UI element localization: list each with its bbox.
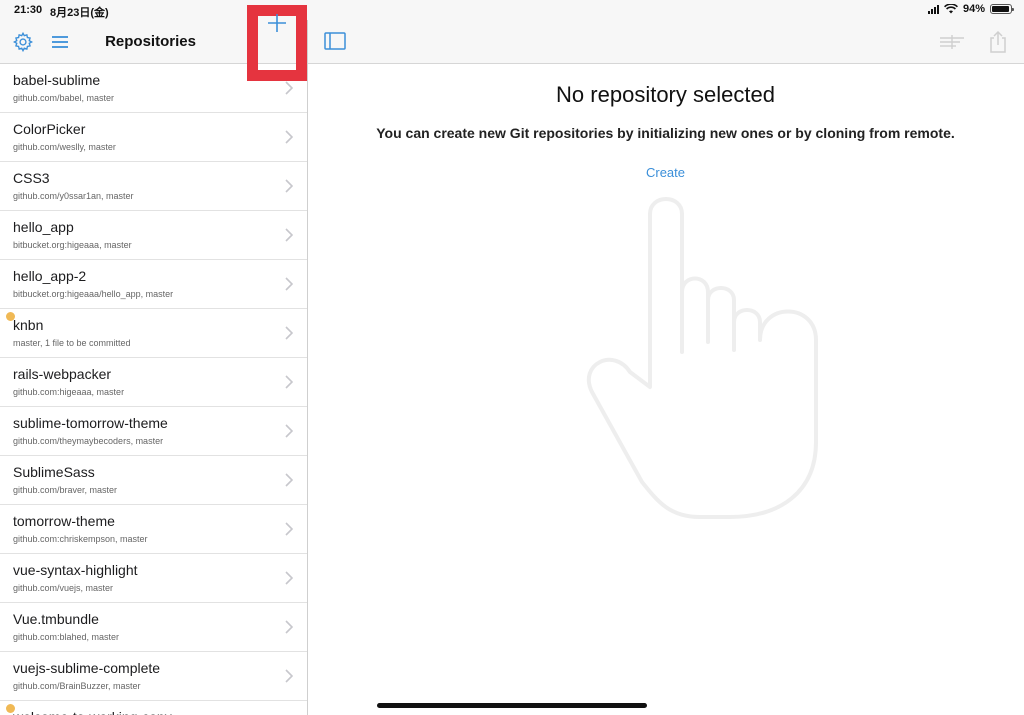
repository-name: hello_app xyxy=(13,219,74,235)
battery-icon xyxy=(990,4,1014,14)
cellular-signal-icon xyxy=(927,4,939,14)
chevron-right-icon xyxy=(285,228,293,242)
list-item[interactable]: knbn master, 1 file to be committed xyxy=(0,309,307,358)
status-right: 94% xyxy=(927,3,1014,15)
chevron-right-icon xyxy=(285,473,293,487)
repository-list: babel-sublime github.com/babel, master Col… xyxy=(0,64,307,715)
repository-name: sublime-tomorrow-theme xyxy=(13,415,168,431)
empty-state-description: You can create new Git repositories by i… xyxy=(376,125,955,141)
repository-detail: master, 1 file to be committed xyxy=(13,338,131,348)
list-item[interactable]: hello_app bitbucket.org:higeaaa, master xyxy=(0,211,307,260)
repository-name: vuejs-sublime-complete xyxy=(13,660,161,676)
repository-detail: github.com/BrainBuzzer, master xyxy=(13,681,141,691)
repository-name: hello_app-2 xyxy=(13,268,87,284)
list-item[interactable]: vuejs-sublime-complete github.com/BrainBu… xyxy=(0,652,307,701)
status-date: 8月23日(金) xyxy=(50,7,109,19)
battery-level xyxy=(992,6,1009,12)
chevron-right-icon xyxy=(285,81,293,95)
chevron-right-icon xyxy=(285,130,293,144)
repository-name: CSS3 xyxy=(13,170,50,186)
repository-name: welcome-to-working-copy xyxy=(13,709,172,715)
repository-detail: github.com/babel, master xyxy=(13,93,115,103)
chevron-right-icon xyxy=(285,571,293,585)
repository-name: vue-syntax-highlight xyxy=(13,562,138,578)
repository-name: Vue.tmbundle xyxy=(13,611,99,627)
filter-icon xyxy=(940,35,964,49)
create-link[interactable]: Create xyxy=(307,165,1024,180)
repository-detail: bitbucket.org:higeaaa/hello_app, master xyxy=(13,289,174,299)
list-item[interactable]: tomorrow-theme github.com:chriskempson, m… xyxy=(0,505,307,554)
list-item[interactable]: welcome-to-working-copy xyxy=(0,701,307,715)
list-item[interactable]: ColorPicker github.com/weslly, master xyxy=(0,113,307,162)
chevron-right-icon xyxy=(285,669,293,683)
repository-name: ColorPicker xyxy=(13,121,86,137)
sidebar-toggle-icon[interactable] xyxy=(324,32,346,50)
list-item[interactable]: hello_app-2 bitbucket.org:higeaaa/hello_a… xyxy=(0,260,307,309)
home-indicator[interactable] xyxy=(377,703,647,708)
chevron-right-icon xyxy=(285,375,293,389)
chevron-right-icon xyxy=(285,522,293,536)
list-item[interactable]: CSS3 github.com/y0ssar1an, master xyxy=(0,162,307,211)
repository-detail: github.com/vuejs, master xyxy=(13,583,114,593)
repository-detail: github.com:higeaaa, master xyxy=(13,387,125,397)
repository-detail: github.com/y0ssar1an, master xyxy=(13,191,134,201)
wifi-icon xyxy=(944,4,958,14)
battery-percent: 94% xyxy=(962,3,985,15)
repository-detail: github.com:chriskempson, master xyxy=(13,534,148,544)
list-item[interactable]: vue-syntax-highlight github.com/vuejs, ma… xyxy=(0,554,307,603)
page-title-text: Repositories xyxy=(105,33,196,50)
list-item[interactable]: rails-webpacker github.com:higeaaa, maste… xyxy=(0,358,307,407)
chevron-right-icon xyxy=(285,179,293,193)
status-time: 21:30 xyxy=(14,4,43,16)
share-icon xyxy=(990,30,1006,53)
repository-detail: bitbucket.org:higeaaa, master xyxy=(13,240,132,250)
chevron-right-icon xyxy=(285,277,293,291)
list-item[interactable]: Vue.tmbundle github.com:blahed, master xyxy=(0,603,307,652)
list-item[interactable]: sublime-tomorrow-theme github.com/theymay… xyxy=(0,407,307,456)
repository-detail: github.com/theymaybecoders, master xyxy=(13,436,164,446)
detail-toolbar xyxy=(307,20,1024,64)
repository-detail: github.com/weslly, master xyxy=(13,142,116,152)
repository-name: babel-sublime xyxy=(13,72,101,88)
chevron-right-icon xyxy=(285,326,293,340)
repository-name: tomorrow-theme xyxy=(13,513,115,529)
repository-name: rails-webpacker xyxy=(13,366,112,382)
repository-name: knbn xyxy=(13,317,44,333)
repository-detail: github.com:blahed, master xyxy=(13,632,120,642)
chevron-right-icon xyxy=(285,424,293,438)
list-item[interactable]: SublimeSass github.com/braver, master xyxy=(0,456,307,505)
empty-state-title: No repository selected xyxy=(556,82,775,107)
repository-name: SublimeSass xyxy=(13,464,95,480)
pointing-hand-icon xyxy=(586,197,818,519)
plus-icon[interactable] xyxy=(265,11,289,35)
chevron-right-icon xyxy=(285,620,293,634)
status-bar: 21:30 8月23日(金) 94% xyxy=(0,0,1024,20)
repository-detail: github.com/braver, master xyxy=(13,485,118,495)
